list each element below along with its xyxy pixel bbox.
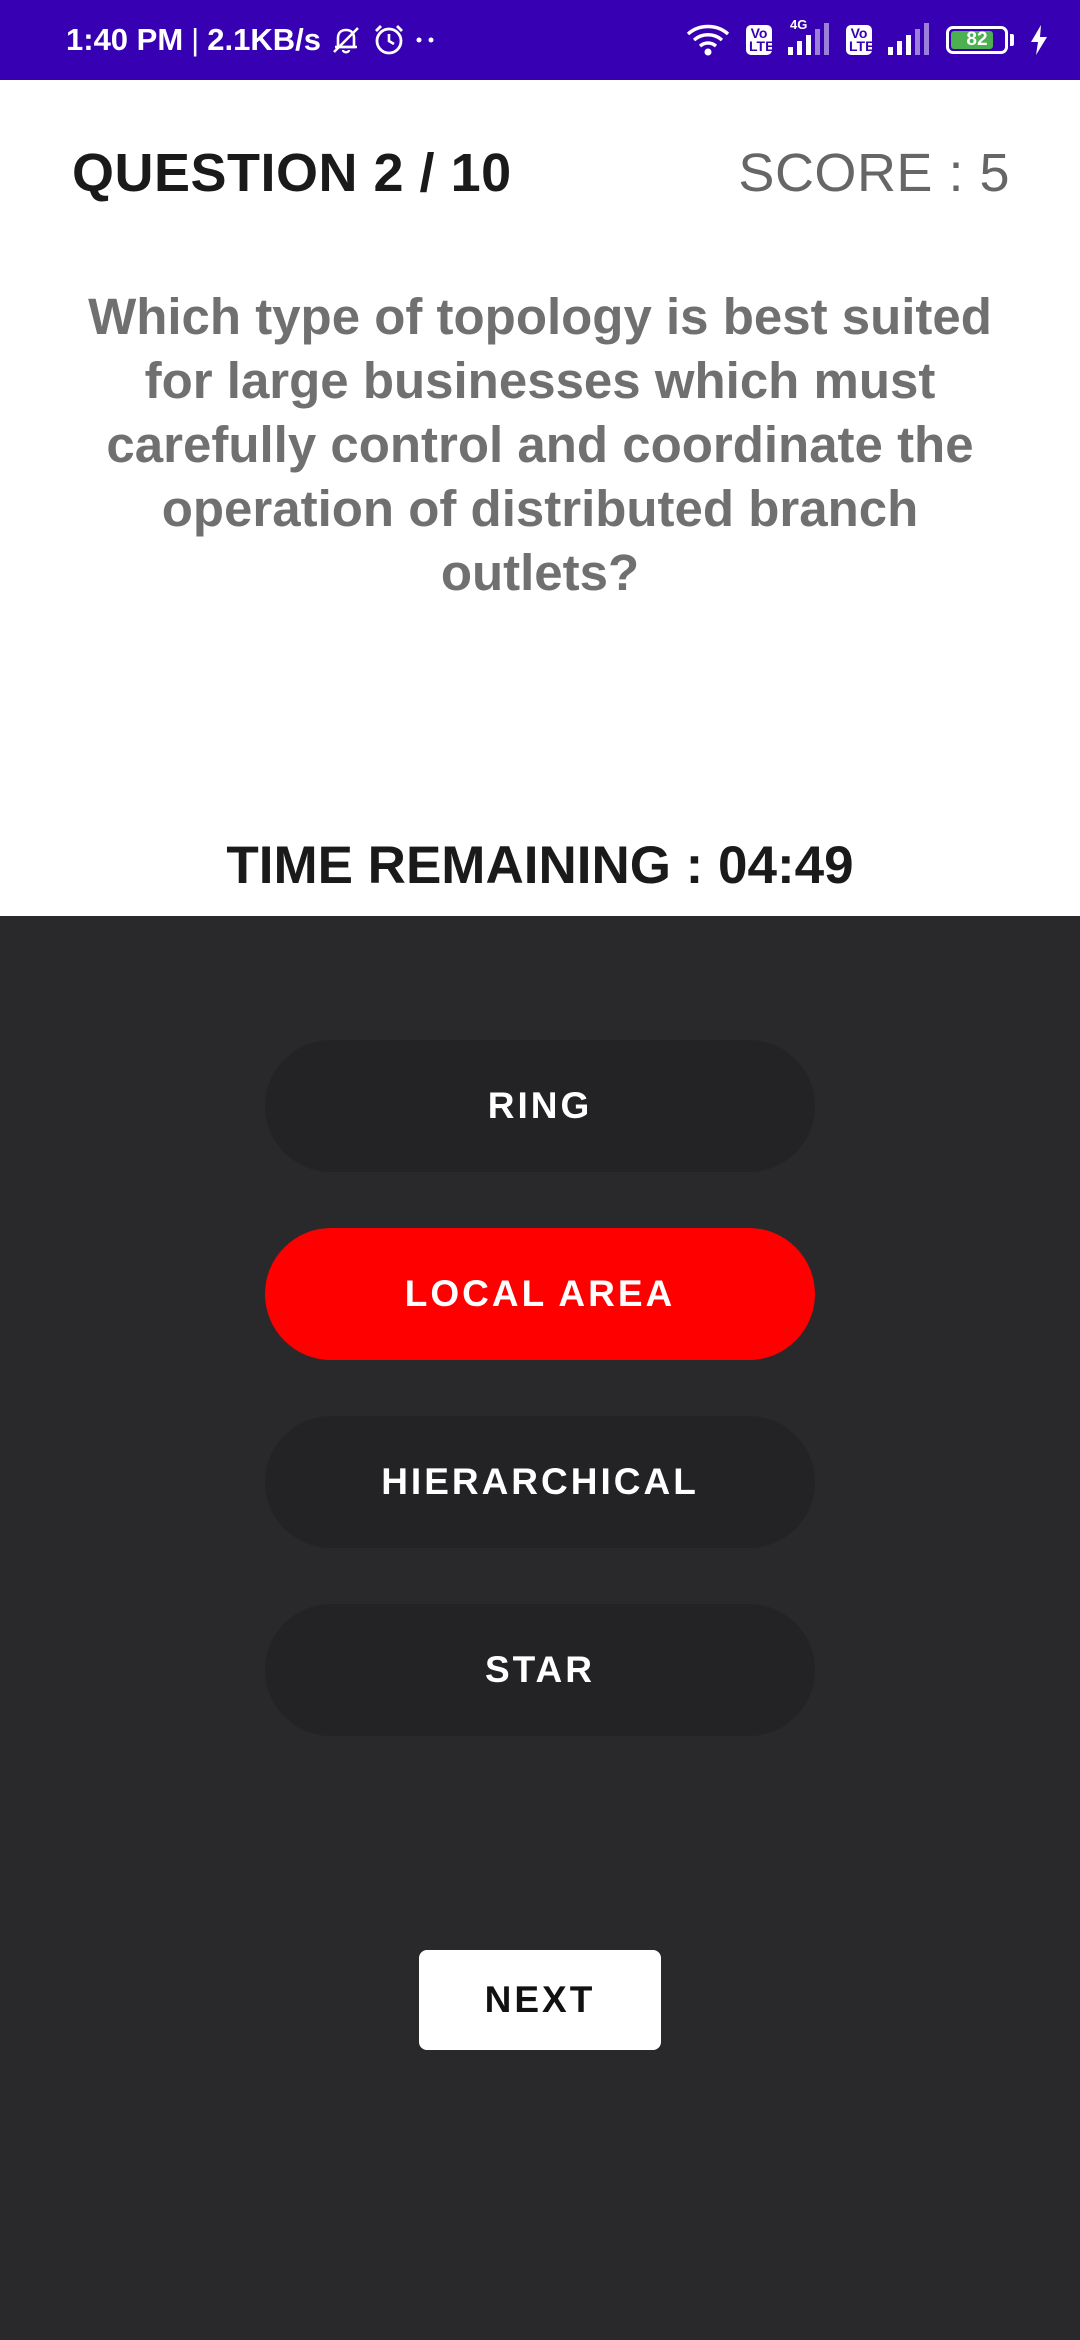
battery-cap [1010,34,1014,46]
next-button[interactable]: NEXT [419,1950,661,2050]
more-dots-icon [415,35,437,45]
status-right: Vo LTE 4G Vo LTE 82 [684,17,1050,58]
battery-level: 82 [966,29,988,50]
network-type-label: 4G [790,17,808,32]
charging-icon [1028,24,1050,56]
alarm-icon [371,22,407,58]
volte-icon: Vo LTE [846,25,875,55]
signal-icon: 4G [786,17,832,57]
answer-option-star[interactable]: STAR [265,1604,815,1736]
status-time: 1:40 PM [66,22,184,57]
answer-option-local-area[interactable]: LOCAL AREA [265,1228,815,1360]
time-remaining: TIME REMAINING : 04:49 [226,836,854,895]
wifi-icon [684,22,732,58]
status-bar: 1:40 PM | 2.1KB/s Vo LTE 4G Vo LTE 82 [0,0,1080,80]
network-speed: 2.1KB/s [207,22,321,57]
answer-option-hierarchical[interactable]: HIERARCHICAL [265,1416,815,1548]
mute-icon [329,23,363,57]
signal-icon [886,23,932,57]
volte-icon: Vo LTE [746,25,775,55]
status-left: 1:40 PM | 2.1KB/s [66,22,437,58]
status-separator: | [191,22,200,57]
question-counter: QUESTION 2 / 10 [72,143,512,203]
answer-option-ring[interactable]: RING [265,1040,815,1172]
question-text: Which type of topology is best suited fo… [88,288,992,601]
quiz-screen: 1:40 PM | 2.1KB/s Vo LTE 4G Vo LTE 82 QU… [0,0,1080,2340]
answers-panel: RING LOCAL AREA HIERARCHICAL STAR NEXT [0,916,1080,2340]
volte-label: LTE [749,38,775,54]
score-label: SCORE : 5 [738,143,1010,203]
volte-label: LTE [849,38,875,54]
battery-icon: 82 [946,26,1008,54]
